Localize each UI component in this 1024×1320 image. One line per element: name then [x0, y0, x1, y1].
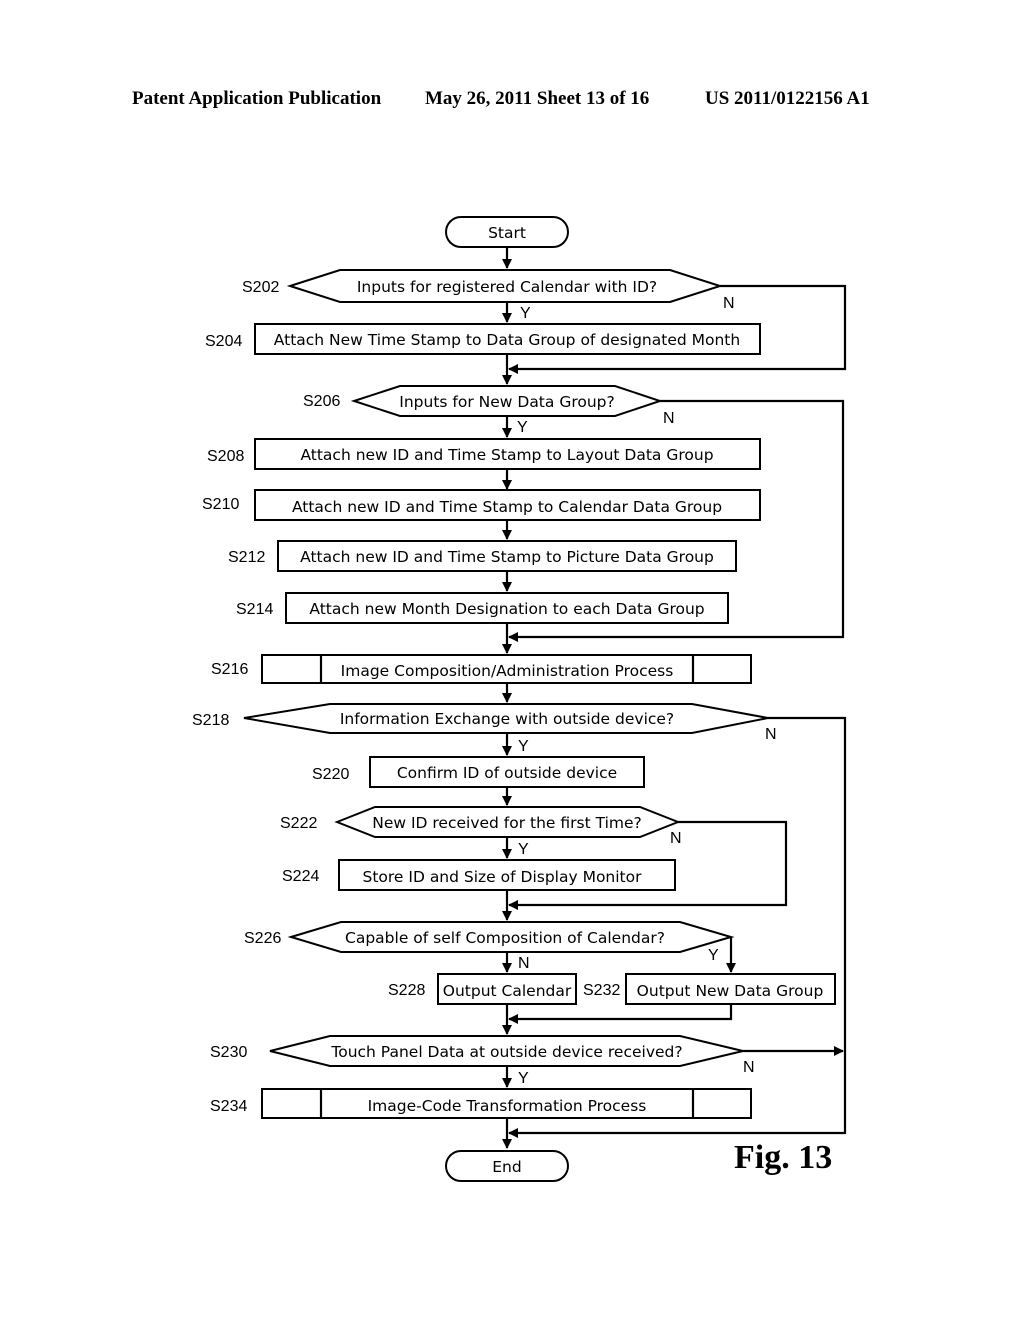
end-label: End [492, 1158, 521, 1176]
start-terminal: Start [445, 216, 569, 248]
step-id: S234 [210, 1098, 247, 1115]
step-id: S204 [205, 333, 242, 350]
yes-label: Y [520, 305, 531, 322]
no-label: N [723, 295, 735, 312]
step-id: S228 [388, 982, 425, 999]
decision-s230: Touch Panel Data at outside device recei… [210, 1035, 744, 1067]
process-text: Attach New Time Stamp to Data Group of d… [274, 331, 740, 349]
figure-label: Fig. 13 [734, 1139, 832, 1176]
decision-s206: Inputs for New Data Group? S206 [303, 385, 664, 417]
decision-text: Touch Panel Data at outside device recei… [330, 1043, 682, 1061]
yes-label: Y [517, 419, 528, 436]
yes-label: Y [518, 1070, 529, 1087]
step-id: S208 [207, 448, 244, 465]
process-s224: Store ID and Size of Display Monitor S22… [282, 859, 676, 891]
process-text: Attach new Month Designation to each Dat… [309, 600, 704, 618]
decision-text: Inputs for registered Calendar with ID? [357, 278, 657, 296]
process-text: Output New Data Group [637, 982, 824, 1000]
process-s204: Attach New Time Stamp to Data Group of d… [205, 323, 761, 355]
step-id: S220 [312, 766, 349, 783]
process-s232: Output New Data Group S232 [583, 973, 836, 1005]
decision-text: Capable of self Composition of Calendar? [345, 929, 665, 947]
process-text: Attach new ID and Time Stamp to Picture … [300, 548, 714, 566]
decision-text: Inputs for New Data Group? [399, 393, 614, 411]
subprocess-text: Image Composition/Administration Process [341, 662, 674, 680]
step-id: S206 [303, 393, 340, 410]
step-id: S212 [228, 549, 265, 566]
yes-label: Y [518, 841, 529, 858]
process-text: Store ID and Size of Display Monitor [362, 868, 642, 886]
step-id: S210 [202, 496, 239, 513]
decision-s222: New ID received for the first Time? S222 [280, 806, 681, 838]
step-id: S202 [242, 279, 279, 296]
no-label: N [518, 955, 530, 972]
step-id: S232 [583, 982, 620, 999]
decision-s226: Capable of self Composition of Calendar?… [244, 921, 735, 953]
step-id: S218 [192, 712, 229, 729]
step-id: S216 [211, 661, 248, 678]
decision-s202: Inputs for registered Calendar with ID? … [242, 269, 724, 303]
start-label: Start [488, 224, 526, 242]
process-s208: Attach new ID and Time Stamp to Layout D… [207, 438, 761, 470]
process-s214: Attach new Month Designation to each Dat… [236, 592, 729, 624]
decision-text: Information Exchange with outside device… [340, 710, 674, 728]
step-id: S230 [210, 1044, 247, 1061]
flowchart: Start Inputs for registered Calendar wit… [192, 216, 847, 1182]
process-text: Output Calendar [443, 982, 572, 1000]
subprocess-s216: Image Composition/Administration Process… [211, 654, 752, 684]
process-text: Attach new ID and Time Stamp to Calendar… [292, 498, 722, 516]
yes-label: Y [518, 738, 529, 755]
step-id: S226 [244, 930, 281, 947]
process-s210: Attach new ID and Time Stamp to Calendar… [202, 489, 761, 521]
process-text: Attach new ID and Time Stamp to Layout D… [300, 446, 713, 464]
no-label: N [670, 830, 682, 847]
end-terminal: End [445, 1150, 569, 1182]
no-label: N [765, 726, 777, 743]
process-s220: Confirm ID of outside device S220 [312, 756, 645, 788]
no-label: N [743, 1059, 755, 1076]
decision-text: New ID received for the first Time? [372, 814, 642, 832]
decision-s218: Information Exchange with outside device… [192, 703, 769, 734]
step-id: S224 [282, 868, 319, 885]
yes-label: Y [708, 947, 719, 964]
step-id: S214 [236, 601, 273, 618]
process-text: Confirm ID of outside device [397, 764, 617, 782]
no-label: N [663, 410, 675, 427]
step-id: S222 [280, 815, 317, 832]
subprocess-s234: Image-Code Transformation Process S234 [210, 1088, 752, 1119]
merge-line [508, 1004, 733, 1024]
subprocess-text: Image-Code Transformation Process [368, 1097, 647, 1115]
process-s212: Attach new ID and Time Stamp to Picture … [228, 540, 737, 572]
process-s228: Output Calendar S228 [388, 973, 577, 1005]
